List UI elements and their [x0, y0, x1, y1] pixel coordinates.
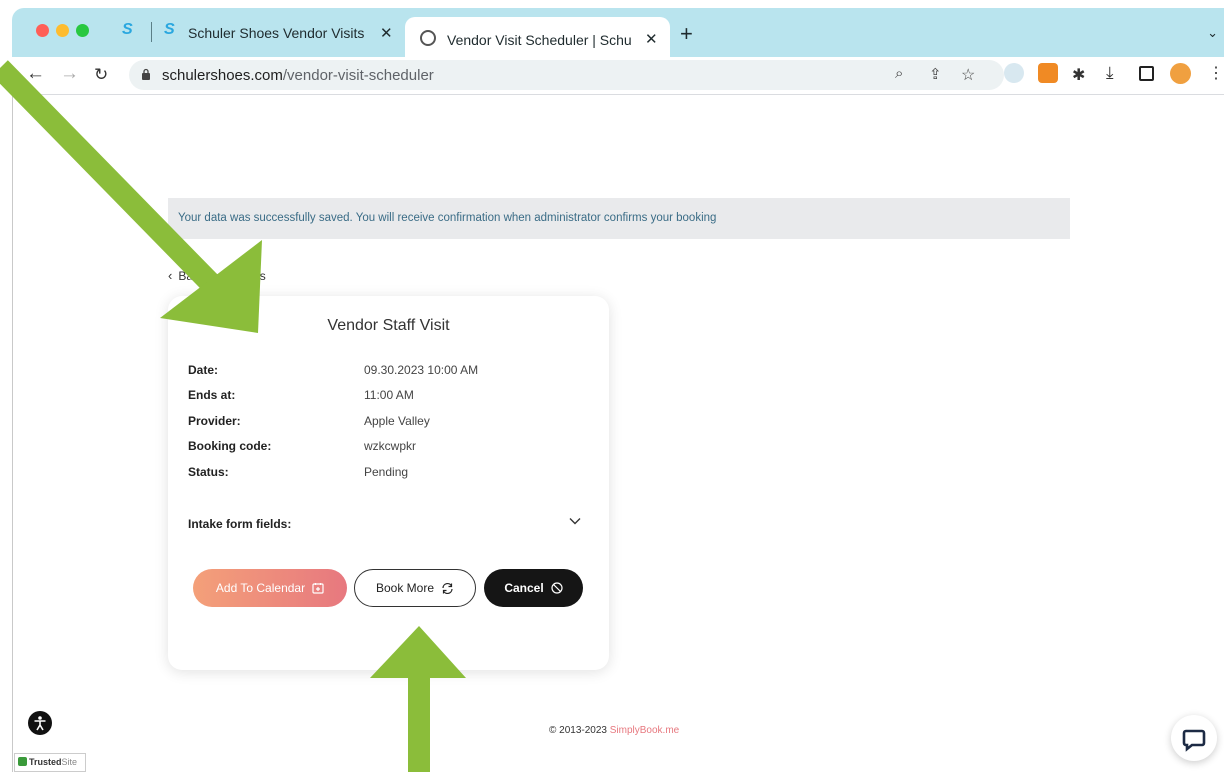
chevron-down-icon[interactable]: [568, 514, 582, 528]
profile-icon[interactable]: [1170, 63, 1191, 84]
accessibility-icon[interactable]: [28, 711, 52, 735]
window-close-button[interactable]: [36, 24, 49, 37]
address-bar[interactable]: schulershoes.com/vendor-visit-scheduler …: [129, 60, 1004, 90]
booking-title: Vendor Staff Visit: [327, 317, 450, 334]
trusted-site-badge[interactable]: TrustedSite: [14, 753, 86, 772]
tab-favicon: [420, 30, 436, 46]
add-to-calendar-label: Add To Calendar: [215, 581, 306, 595]
chat-icon[interactable]: [1171, 715, 1217, 761]
menu-icon[interactable]: ⋮: [1208, 63, 1224, 83]
chevron-left-icon: ‹: [168, 268, 173, 283]
browser-tab-bar: S S Schuler Shoes Vendor Visits | ✕ Vend…: [12, 8, 1224, 57]
url-text: schulershoes.com/vendor-visit-scheduler: [162, 67, 434, 84]
add-to-calendar-button[interactable]: Add To Calendar: [193, 569, 347, 607]
field-value: 11:00 AM: [364, 388, 414, 402]
tab-vendor-visit-scheduler[interactable]: Vendor Visit Scheduler | Schul ✕: [405, 17, 670, 57]
field-label: Status:: [188, 465, 229, 479]
cancel-label: Cancel: [504, 581, 544, 595]
intake-label: Intake form fields:: [188, 517, 292, 531]
tab-close-icon[interactable]: ✕: [380, 24, 393, 42]
back-to-services-link[interactable]: ‹ Back to services: [168, 268, 266, 283]
window-maximize-button[interactable]: [76, 24, 89, 37]
booking-row-date: Date: 09.30.2023 10:00 AM: [188, 363, 588, 381]
sidepanel-icon[interactable]: [1139, 66, 1154, 81]
forward-icon[interactable]: →: [60, 63, 79, 85]
tab-search-chevron-icon[interactable]: ⌄: [1207, 25, 1218, 41]
success-alert: Your data was successfully saved. You wi…: [168, 198, 1070, 239]
book-more-button[interactable]: Book More: [354, 569, 476, 607]
pinned-tab-favicon[interactable]: S: [122, 21, 133, 39]
calendar-icon: [312, 583, 324, 594]
field-label: Provider:: [188, 414, 241, 428]
extension-icon[interactable]: [1038, 63, 1058, 83]
refresh-icon: [442, 582, 453, 594]
share-icon[interactable]: ⇪: [929, 65, 942, 83]
field-value: 09.30.2023 10:00 AM: [364, 363, 479, 377]
tab-title: Vendor Visit Scheduler | Schul: [447, 32, 632, 48]
field-value: Pending: [364, 465, 409, 479]
browser-toolbar: ← → ↻ schulershoes.com/vendor-visit-sche…: [12, 57, 1224, 95]
star-icon[interactable]: ☆: [961, 65, 975, 85]
booking-row-code: Booking code: wzkcwpkr: [188, 439, 588, 457]
booking-row-ends-at: Ends at: 11:00 AM: [188, 388, 588, 406]
download-icon[interactable]: ⤓: [1106, 63, 1114, 83]
book-more-label: Book More: [375, 581, 435, 595]
cancel-icon: [551, 582, 563, 594]
extension-icon[interactable]: [1004, 63, 1024, 83]
tab-separator: [151, 22, 152, 42]
field-value: Apple Valley: [364, 414, 430, 428]
simplybook-link[interactable]: SimplyBook.me: [610, 725, 679, 736]
tab-title: Schuler Shoes Vendor Visits |: [188, 25, 368, 41]
tab-favicon: S: [164, 21, 175, 38]
booking-row-status: Status: Pending: [188, 465, 588, 483]
alert-message: Your data was successfully saved. You wi…: [178, 212, 717, 224]
window-minimize-button[interactable]: [56, 24, 69, 37]
booking-row-provider: Provider: Apple Valley: [188, 414, 588, 432]
field-label: Booking code:: [188, 439, 272, 453]
reload-icon[interactable]: ↻: [94, 65, 108, 85]
field-value: wzkcwpkr: [364, 439, 417, 453]
field-label: Date:: [188, 363, 219, 377]
check-icon: [18, 757, 27, 766]
field-label: Ends at:: [188, 388, 236, 402]
window-left-border: [12, 95, 13, 772]
intake-form-toggle[interactable]: Intake form fields:: [188, 517, 588, 531]
cancel-button[interactable]: Cancel: [484, 569, 583, 607]
footer-copyright: © 2013-2023 SimplyBook.me: [549, 725, 680, 736]
tab-close-icon[interactable]: ✕: [645, 30, 658, 48]
new-tab-button[interactable]: +: [680, 21, 693, 47]
back-link-label: Back to services: [178, 269, 266, 283]
booking-card: Vendor Staff Visit Date: 09.30.2023 10:0…: [168, 296, 609, 670]
lock-icon: [142, 68, 150, 80]
puzzle-extension-icon[interactable]: ✱: [1072, 65, 1085, 85]
back-icon[interactable]: ←: [26, 63, 45, 85]
zoom-icon[interactable]: ⌕: [895, 65, 903, 82]
